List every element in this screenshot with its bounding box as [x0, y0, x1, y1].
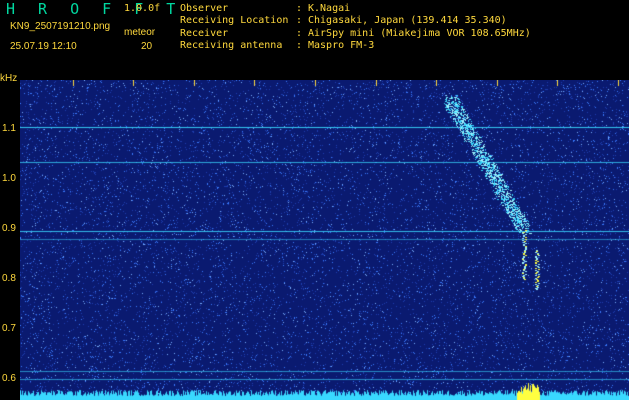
datetime-label: 25.07.19 12:10 — [10, 41, 77, 52]
mode-value: 20 — [141, 41, 153, 52]
y-axis-unit: kHz — [0, 73, 18, 84]
info-value: Maspro FM-3 — [308, 39, 375, 51]
info-row-antenna: Receiving antenna: Maspro FM-3 — [180, 39, 375, 51]
station-info: Observer: K.Nagai Receiving Location: Chig… — [180, 3, 531, 52]
spectrogram-plot — [20, 80, 629, 400]
info-key: Observer — [180, 3, 229, 14]
info-value: Chigasaki, Japan (139.414 35.340) — [308, 15, 507, 27]
info-value: AirSpy mini (Miakejima VOR 108.65MHz) — [308, 27, 531, 39]
info-row-observer: Observer: K.Nagai — [180, 3, 351, 14]
y-tick-label: 1.0 — [2, 173, 16, 184]
y-tick-label: 0.7 — [2, 323, 16, 334]
y-tick-label: 0.8 — [2, 273, 16, 284]
info-key: Receiving antenna — [180, 39, 283, 51]
mode-label: meteor — [124, 27, 156, 38]
info-key: Receiver — [180, 27, 229, 39]
info-row-location: Receiving Location: Chigasaki, Japan (139… — [180, 15, 507, 27]
version-label: 1.0.0f — [124, 3, 161, 14]
y-tick-label: 1.1 — [2, 123, 16, 134]
filename-label: KN9_2507191210.png — [10, 21, 111, 32]
y-tick-label: 0.9 — [2, 223, 16, 234]
info-row-receiver: Receiver: AirSpy mini (Miakejima VOR 108.… — [180, 27, 531, 39]
y-tick-label: 0.6 — [2, 373, 16, 384]
info-value: K.Nagai — [308, 3, 351, 14]
info-key: Receiving Location — [180, 15, 289, 27]
